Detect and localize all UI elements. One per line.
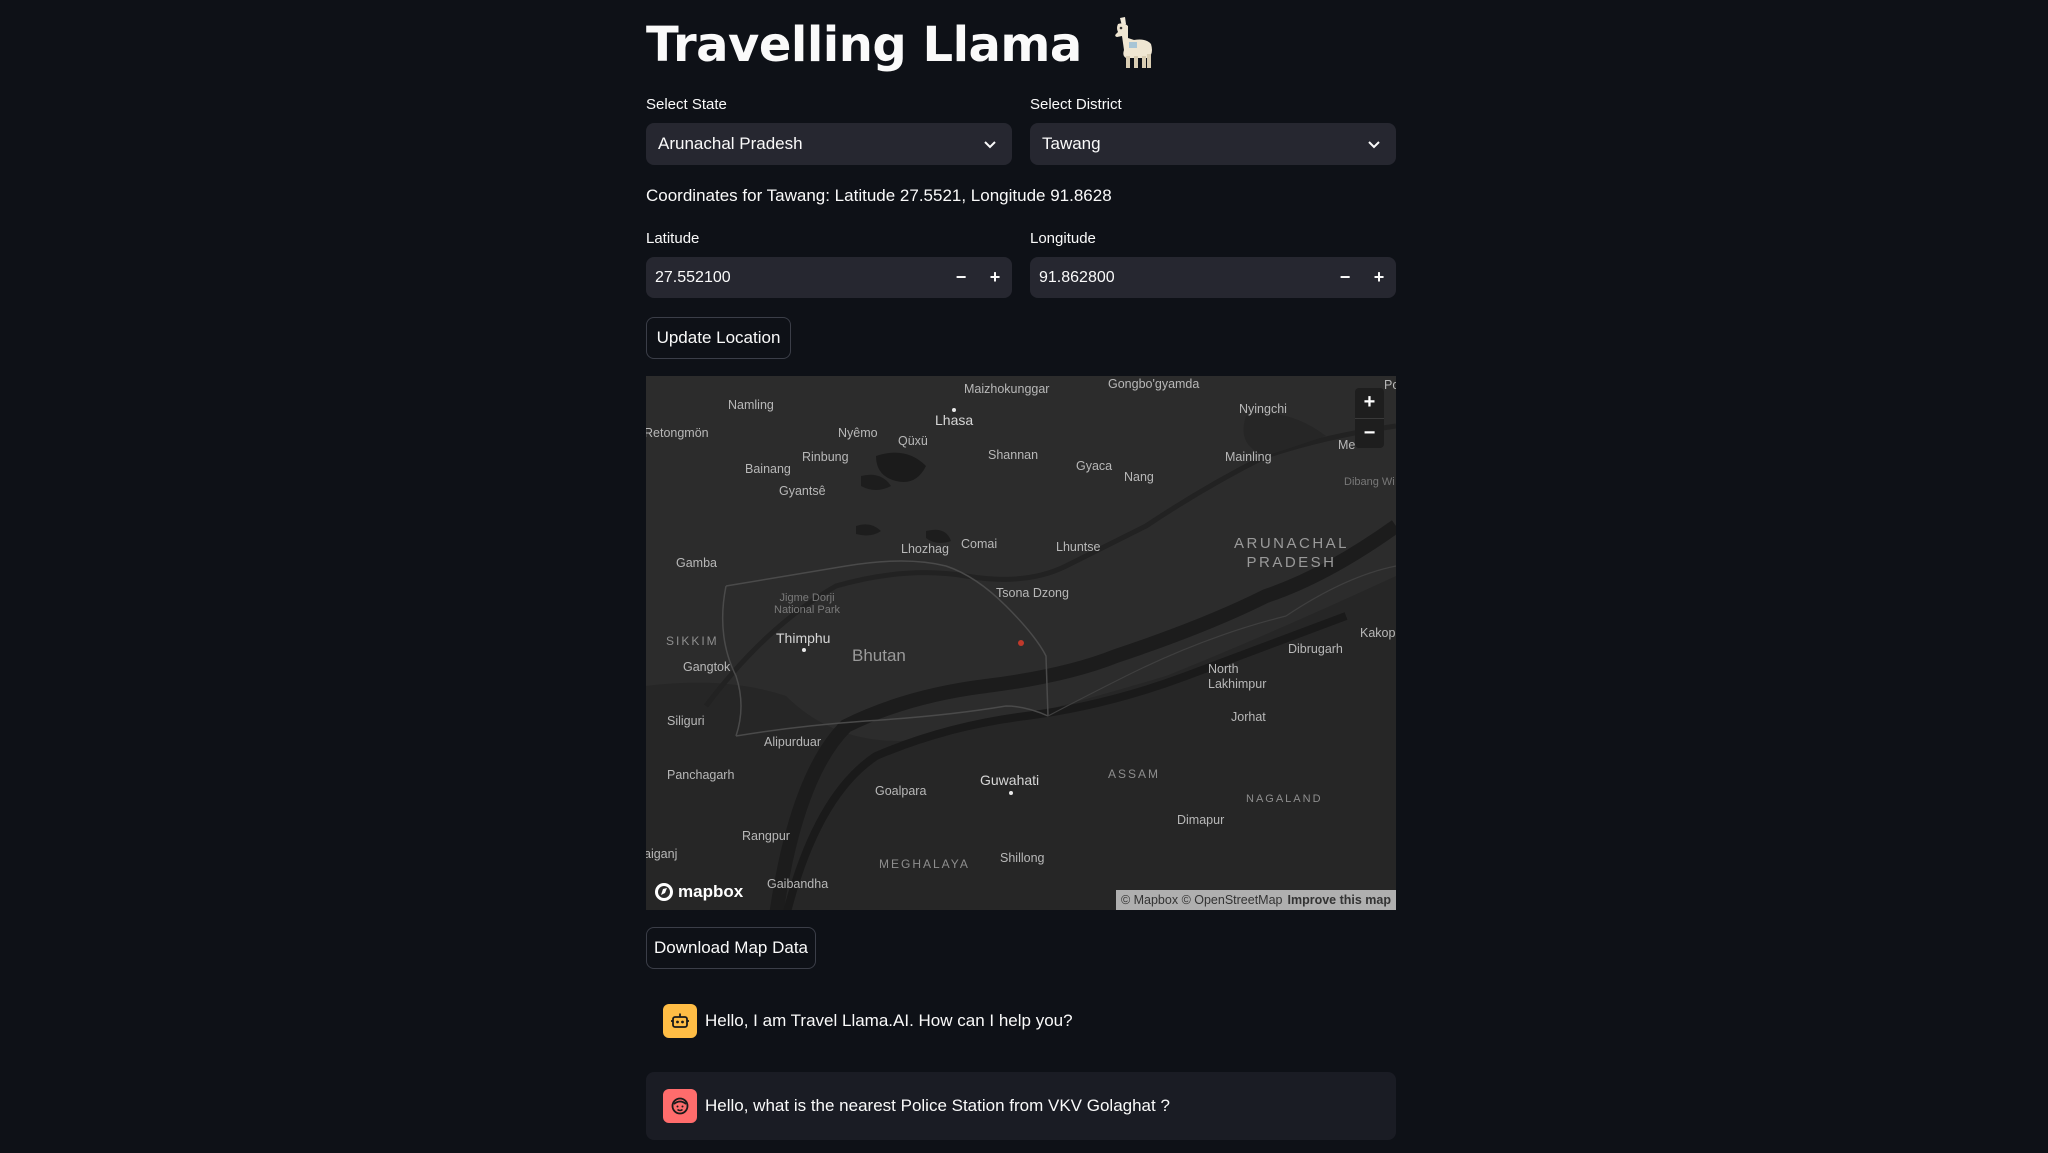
map-region-label: SIKKIM xyxy=(666,634,719,648)
face-icon xyxy=(663,1089,697,1123)
map-city-dot xyxy=(1009,791,1013,795)
map-label: Dibrugarh xyxy=(1288,642,1343,656)
map-region-label: ARUNACHAL PRADESH xyxy=(1234,535,1350,571)
district-select[interactable]: Tawang xyxy=(1030,123,1396,165)
map-park-label: Jigme Dorji National Park xyxy=(774,592,841,616)
map-label: Maizhokunggar xyxy=(964,382,1050,396)
map-label: Kakopa xyxy=(1360,626,1396,640)
district-label: Select District xyxy=(1030,96,1122,113)
map-region-label: MEGHALAYA xyxy=(879,857,970,871)
mapbox-logo[interactable]: mapbox xyxy=(654,882,743,902)
title-text: Travelling Llama xyxy=(646,17,1082,73)
map-view[interactable]: Maizhokunggar Gongbo'gyamda Namling Lhas… xyxy=(646,376,1396,910)
map-label: Jorhat xyxy=(1231,710,1266,724)
latitude-increment-button[interactable]: + xyxy=(978,257,1012,298)
map-label: Qüxü xyxy=(898,434,928,448)
map-label: North Lakhimpur xyxy=(1208,662,1267,691)
robot-icon xyxy=(663,1004,697,1038)
map-label: Gangtok xyxy=(683,660,731,674)
chevron-down-icon xyxy=(1368,141,1380,149)
llama-icon xyxy=(1106,14,1158,82)
map-label: Guwahati xyxy=(980,772,1040,788)
map-label: Nyêmo xyxy=(838,426,878,440)
district-value: Tawang xyxy=(1042,134,1101,153)
map-label: Gongbo'gyamda xyxy=(1108,377,1200,391)
page-title: Travelling Llama xyxy=(646,14,1158,82)
mapbox-icon xyxy=(655,883,673,901)
longitude-label: Longitude xyxy=(1030,230,1096,247)
map-label: Namling xyxy=(728,398,774,412)
latitude-decrement-button[interactable]: − xyxy=(944,257,978,298)
zoom-out-button[interactable]: − xyxy=(1355,417,1384,449)
chat-message-user: Hello, what is the nearest Police Statio… xyxy=(646,1072,1396,1140)
map-label: aiganj xyxy=(646,847,678,861)
map-attribution: © Mapbox © OpenStreetMap Improve this ma… xyxy=(1115,890,1396,910)
map-label: Goalpara xyxy=(875,784,927,798)
map-country-label: Bhutan xyxy=(852,646,906,665)
map-label: Lhozhag xyxy=(901,542,949,556)
map-label: Gamba xyxy=(676,556,717,570)
chat-message-text: Hello, I am Travel Llama.AI. How can I h… xyxy=(705,1011,1073,1030)
mapbox-logo-text: mapbox xyxy=(678,882,744,901)
improve-map-link[interactable]: Improve this map xyxy=(1288,893,1392,907)
map-marker[interactable] xyxy=(1018,640,1024,646)
map-region-label: ASSAM xyxy=(1108,767,1161,781)
map-label: Lhuntse xyxy=(1056,540,1101,554)
latitude-label: Latitude xyxy=(646,230,700,247)
map-label: Rangpur xyxy=(742,829,790,843)
map-label: Dibang Wi xyxy=(1344,476,1395,488)
chevron-down-icon xyxy=(984,141,996,149)
map-label: Rinbung xyxy=(802,450,849,464)
download-map-data-button[interactable]: Download Map Data xyxy=(646,927,816,969)
coordinates-text: Coordinates for Tawang: Latitude 27.5521… xyxy=(646,186,1112,205)
map-label: Comai xyxy=(961,537,998,551)
latitude-input[interactable] xyxy=(646,257,944,298)
state-value: Arunachal Pradesh xyxy=(658,134,803,153)
map-label: Shannan xyxy=(988,448,1039,462)
longitude-number-input: − + xyxy=(1030,257,1396,298)
map-label: Retongmön xyxy=(646,426,709,440)
map-city-dot xyxy=(802,648,806,652)
longitude-increment-button[interactable]: + xyxy=(1362,257,1396,298)
zoom-controls: + − xyxy=(1355,388,1384,448)
longitude-decrement-button[interactable]: − xyxy=(1328,257,1362,298)
update-location-button[interactable]: Update Location xyxy=(646,317,791,359)
map-label: Alipurduar xyxy=(764,735,821,749)
state-label: Select State xyxy=(646,96,727,113)
map-label: Panchagarh xyxy=(667,768,735,782)
map-label: Po xyxy=(1384,378,1396,392)
attribution-text[interactable]: © Mapbox © OpenStreetMap xyxy=(1121,893,1283,907)
chat-message-text: Hello, what is the nearest Police Statio… xyxy=(705,1096,1170,1115)
map-label: Nang xyxy=(1124,470,1154,484)
map-label: Gyaca xyxy=(1076,459,1113,473)
chat-message-assistant: Hello, I am Travel Llama.AI. How can I h… xyxy=(646,1003,1396,1039)
map-label: Lhasa xyxy=(935,412,974,428)
map-city-dot xyxy=(952,408,956,412)
map-label: Tsona Dzong xyxy=(996,586,1069,600)
map-label: Gaibandha xyxy=(767,877,829,891)
map-label: Nyingchi xyxy=(1239,402,1287,416)
zoom-in-button[interactable]: + xyxy=(1355,388,1384,418)
map-label: Mainling xyxy=(1225,450,1272,464)
latitude-number-input: − + xyxy=(646,257,1012,298)
longitude-input[interactable] xyxy=(1030,257,1328,298)
map-label: Me xyxy=(1338,438,1356,452)
map-label: Gyantsê xyxy=(779,484,826,498)
map-label: Shillong xyxy=(1000,851,1045,865)
map-label: Siliguri xyxy=(667,714,705,728)
map-label: Bainang xyxy=(745,462,791,476)
map-label: Thimphu xyxy=(776,630,831,646)
map-region-label: NAGALAND xyxy=(1246,793,1323,805)
state-select[interactable]: Arunachal Pradesh xyxy=(646,123,1012,165)
map-label: Dimapur xyxy=(1177,813,1225,827)
